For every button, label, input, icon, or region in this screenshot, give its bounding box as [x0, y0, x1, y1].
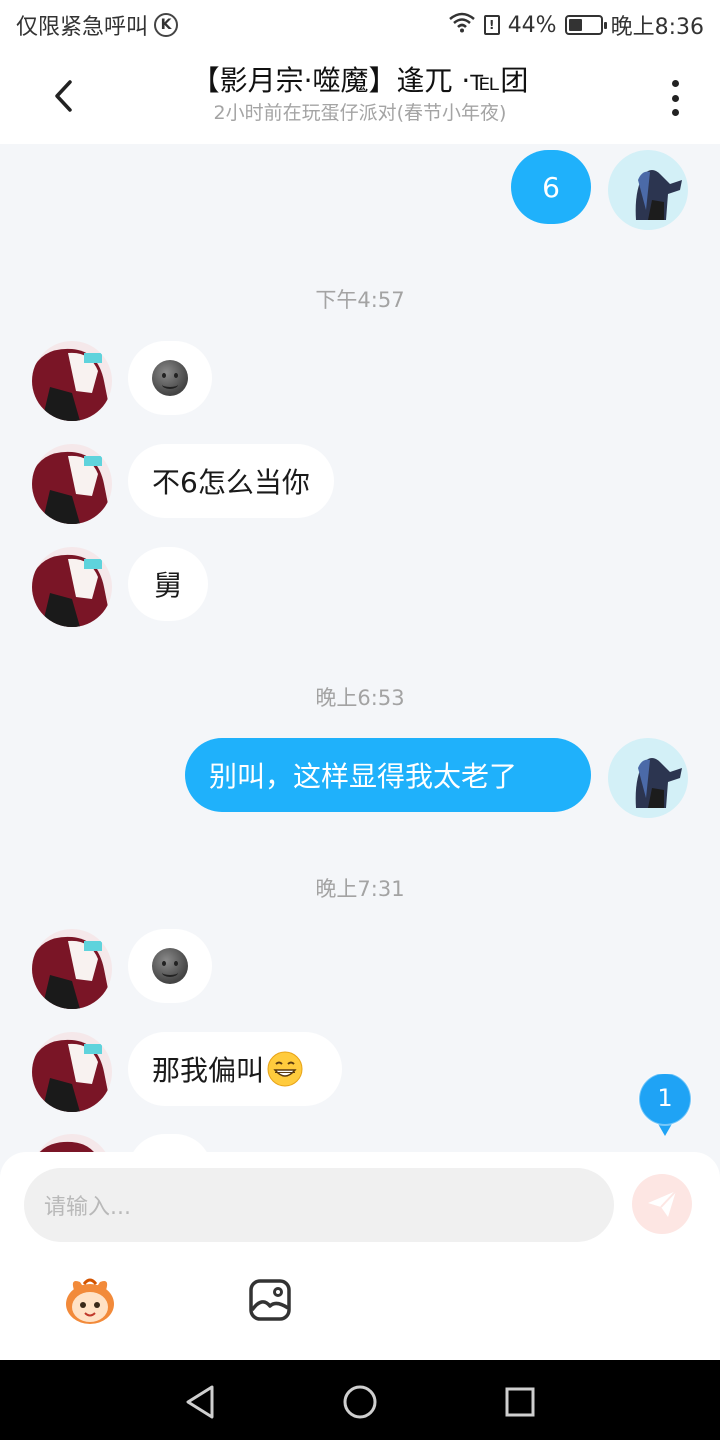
battery-fill: [568, 19, 582, 31]
contact-avatar[interactable]: [32, 1032, 112, 1112]
message-row: 那我偏叫: [0, 1032, 720, 1112]
status-left: 仅限紧急呼叫 K: [16, 9, 179, 41]
message-row: 别叫，这样显得我太老了: [0, 738, 720, 818]
input-placeholder: 请输入...: [44, 1195, 131, 1220]
contact-avatar[interactable]: [32, 341, 112, 421]
my-avatar[interactable]: [608, 150, 688, 230]
contact-avatar[interactable]: [32, 444, 112, 524]
back-triangle-icon: [186, 1385, 214, 1419]
status-right: ! 44% 晚上8:36: [448, 9, 704, 41]
nav-home-button[interactable]: [338, 1380, 382, 1424]
message-text: 那我偏叫: [152, 1054, 265, 1087]
timestamp: 晚上6:53: [315, 686, 405, 710]
message-bubble-outgoing[interactable]: 别叫，这样显得我太老了: [185, 738, 591, 812]
message-bubble-incoming[interactable]: [128, 341, 212, 415]
contact-avatar[interactable]: [32, 929, 112, 1009]
composer: 请输入...: [0, 1152, 720, 1360]
message-bubble-incoming[interactable]: 不6怎么当你: [128, 444, 334, 518]
message-bubble-incoming[interactable]: 舅: [128, 547, 208, 621]
eggy-sticker-icon: [66, 1278, 114, 1324]
more-vertical-icon: [671, 80, 679, 87]
more-options-button[interactable]: [660, 76, 690, 120]
sticker-button[interactable]: [60, 1274, 120, 1326]
clock: 晚上8:36: [610, 15, 704, 40]
chat-subtitle: 2小时前在玩蛋仔派对(春节小年夜): [213, 102, 507, 124]
more-dot: [671, 94, 679, 102]
message-row: [0, 341, 720, 421]
grin-emoji: [267, 1051, 303, 1087]
nav-back-button[interactable]: [178, 1380, 222, 1424]
title-block: 【影月宗·噬魔】逢兀 ·℡团 2小时前在玩蛋仔派对(春节小年夜): [110, 62, 610, 126]
carrier-text: 仅限紧急呼叫: [16, 15, 149, 40]
chat-title: 【影月宗·噬魔】逢兀 ·℡团: [191, 64, 529, 97]
message-bubble-incoming[interactable]: [128, 929, 212, 1003]
message-bubble-outgoing[interactable]: 6: [511, 150, 591, 224]
wifi-icon: [448, 11, 476, 39]
image-icon: [249, 1279, 291, 1321]
dark-smiley-emoji: [152, 360, 188, 396]
system-nav-bar: [0, 1360, 720, 1440]
send-button[interactable]: [632, 1174, 692, 1234]
unread-count: 1: [657, 1084, 673, 1112]
message-list[interactable]: 6 下午4:57 不6怎么当你 舅 晚上6:53 别叫，这样显得我太老了 晚上7…: [0, 144, 720, 1152]
nav-recents-button[interactable]: [498, 1380, 542, 1424]
contact-avatar[interactable]: [32, 547, 112, 627]
message-row: 舅: [0, 547, 720, 627]
dark-smiley-emoji: [152, 948, 188, 984]
chat-header: 【影月宗·噬魔】逢兀 ·℡团 2小时前在玩蛋仔派对(春节小年夜): [0, 50, 720, 144]
contact-avatar[interactable]: [32, 1134, 112, 1152]
recents-square-icon: [505, 1387, 535, 1417]
my-avatar[interactable]: [608, 738, 688, 818]
message-bubble-incoming[interactable]: 那我偏叫: [128, 1032, 342, 1106]
message-row: [0, 1134, 720, 1152]
message-row: [0, 929, 720, 1009]
timestamp: 下午4:57: [315, 288, 405, 312]
unread-badge[interactable]: 1: [638, 1074, 692, 1136]
more-dot: [671, 109, 679, 116]
send-plane-icon: [648, 1190, 677, 1217]
battery-percent: 44%: [507, 12, 557, 38]
k-circle-icon: K: [154, 13, 179, 37]
message-row: 不6怎么当你: [0, 444, 720, 524]
image-button[interactable]: [240, 1274, 300, 1326]
message-bubble-incoming[interactable]: [128, 1134, 212, 1152]
message-row: 6: [0, 150, 720, 230]
message-input[interactable]: 请输入...: [24, 1168, 614, 1242]
alert-icon: !: [483, 15, 500, 35]
back-chevron-icon: [55, 80, 72, 112]
back-button[interactable]: [40, 72, 88, 120]
status-bar: 仅限紧急呼叫 K ! 44% 晚上8:36: [0, 0, 720, 50]
timestamp: 晚上7:31: [315, 877, 405, 901]
home-circle-icon: [343, 1385, 377, 1419]
battery-icon: [564, 15, 607, 35]
